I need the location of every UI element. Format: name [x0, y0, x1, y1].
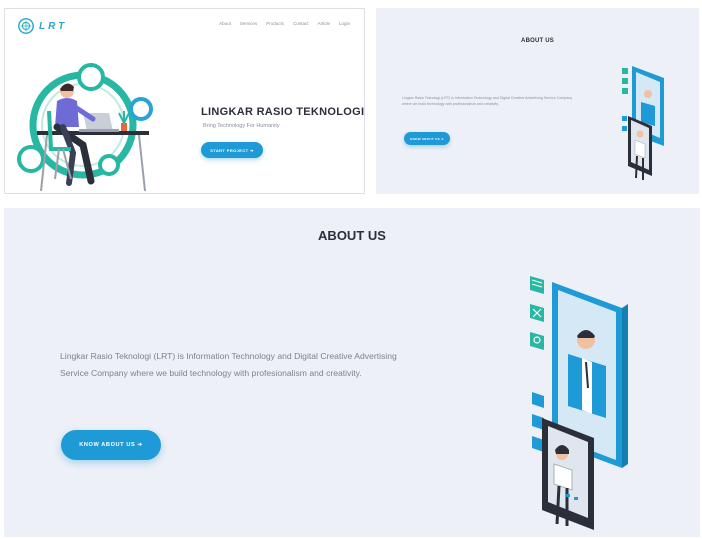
people-in-phone-screens-illustration — [530, 276, 628, 530]
nav-item-services[interactable]: Services — [240, 21, 257, 26]
developer-at-desk-illustration — [17, 63, 153, 192]
about-preview-screenshot: ABOUT US Lingkar Rasio Teknologi (LRT) i… — [376, 8, 699, 194]
nav-item-products[interactable]: Products — [266, 21, 284, 26]
know-about-us-button[interactable]: KNOW ABOUT US ➔ — [61, 430, 161, 460]
top-navigation: About Services Products Contact Article … — [219, 21, 350, 26]
know-about-us-button-small[interactable]: KNOW ABOUT US ➔ — [404, 132, 450, 145]
hero-title: LINGKAR RASIO TEKNOLOGI — [201, 106, 365, 118]
brand-logo[interactable]: LRT — [17, 17, 67, 35]
logo-text: LRT — [39, 20, 68, 32]
nav-item-article[interactable]: Article — [317, 21, 330, 26]
nav-item-contact[interactable]: Contact — [293, 21, 309, 26]
start-project-button[interactable]: START PROJECT ➔ — [201, 142, 263, 158]
about-section-screenshot: ABOUT US Lingkar Rasio Teknologi (LRT) i… — [4, 208, 700, 537]
people-in-phone-screens-illustration — [622, 66, 664, 180]
about-paragraph-small: Lingkar Rasio Teknologi (LRT) is Informa… — [402, 96, 573, 106]
circle-logo-icon — [18, 18, 34, 34]
nav-item-login[interactable]: Login — [339, 21, 350, 26]
about-title: ABOUT US — [318, 228, 386, 243]
hero-subtitle: Bring Technology For Humanity — [203, 123, 280, 129]
hero-screenshot: LRT About Services Products Contact Arti… — [4, 8, 365, 194]
about-title-small: ABOUT US — [521, 38, 554, 44]
about-paragraph: Lingkar Rasio Teknologi (LRT) is Informa… — [60, 351, 397, 378]
nav-item-about[interactable]: About — [219, 21, 231, 26]
